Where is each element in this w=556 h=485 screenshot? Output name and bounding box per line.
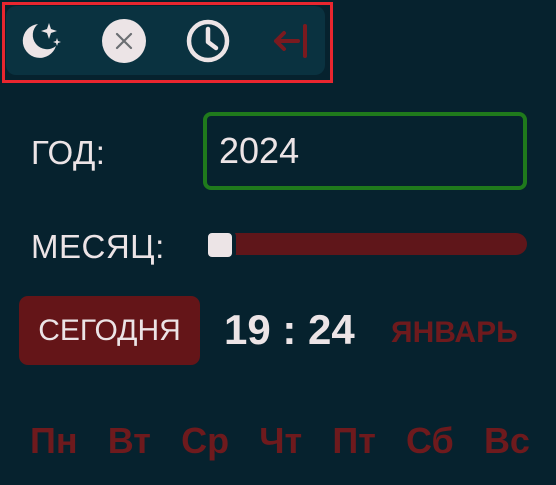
month-label: МЕСЯЦ: <box>31 228 165 265</box>
weekday-header: Пн Вт Ср Чт Пт Сб Вс <box>30 420 530 464</box>
current-time: 19 : 24 <box>224 306 355 353</box>
weekday-thu: Чт <box>259 420 303 461</box>
close-icon <box>101 18 147 64</box>
month-slider-track[interactable] <box>205 233 527 255</box>
weekday-mon: Пн <box>30 420 78 461</box>
close-button[interactable] <box>101 18 147 64</box>
weekday-fri: Пт <box>332 420 376 461</box>
year-label: ГОД: <box>31 134 106 171</box>
weekday-sun: Вс <box>483 420 530 461</box>
weekday-wed: Ср <box>181 420 230 461</box>
month-slider-thumb[interactable] <box>204 229 236 261</box>
toolbar <box>6 6 325 75</box>
weekday-tue: Вт <box>107 420 151 461</box>
calendar-widget: ГОД: МЕСЯЦ: СЕГОДНЯ 19 : 24 ЯНВАРЬ Пн Вт… <box>0 0 556 485</box>
theme-toggle-button[interactable] <box>16 18 62 64</box>
collapse-button[interactable] <box>268 18 314 64</box>
clock-icon <box>185 18 231 64</box>
moon-stars-icon <box>16 18 62 64</box>
clock-button[interactable] <box>185 18 231 64</box>
weekday-sat: Сб <box>406 420 454 461</box>
year-input[interactable] <box>203 112 527 190</box>
today-button[interactable]: СЕГОДНЯ <box>19 296 200 365</box>
collapse-left-icon <box>268 18 314 64</box>
current-month-name: ЯНВАРЬ <box>391 316 518 349</box>
